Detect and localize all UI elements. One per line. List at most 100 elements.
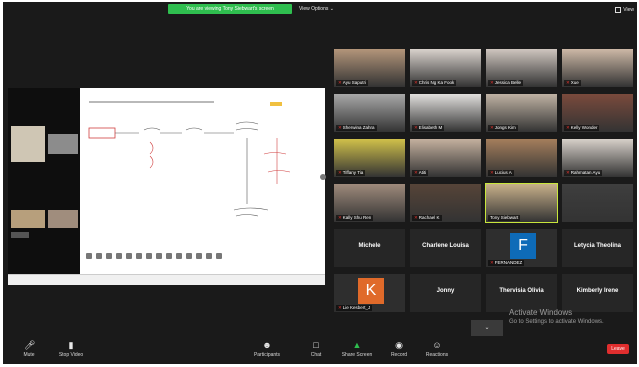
video-camera-icon: ▮ [68,340,74,350]
participant-tile[interactable]: ✕Sherwina Zahra [333,93,406,133]
muted-mic-icon: ✕ [338,80,342,85]
pen-icon[interactable] [106,253,112,259]
participant-tile[interactable]: ✕Xue [561,48,634,88]
participant-tile[interactable]: Michele [333,228,406,268]
participant-name: Xue [570,80,579,85]
muted-mic-icon: ✕ [414,125,418,130]
participant-name: Sherwina Zahra [342,125,375,130]
pen-icon[interactable] [86,253,92,259]
participant-display-name: Kimberly Irene [576,288,619,294]
color-icon[interactable] [176,253,182,259]
pen-icon[interactable] [96,253,102,259]
participant-display-name: Charlene Louisa [422,243,469,249]
participant-tile[interactable]: ✕Jessica Belle [485,48,558,88]
stop-video-button[interactable]: ▮ Stop Video [51,340,91,358]
participant-name-label: ✕Chris Ng Ka Fook [412,80,457,86]
participant-name-label: ✕Kally Shu Ren [336,215,374,221]
participant-tile[interactable]: ✕Kally Shu Ren [333,183,406,223]
shared-thumb [48,134,78,154]
zoom-window: You are viewing Tony Siebwart's screen V… [0,0,639,367]
redo-icon[interactable] [156,253,162,259]
reactions-label: Reactions [425,352,449,358]
participant-name-label: ✕Jongs Kim [488,125,518,131]
participant-tile[interactable]: ✕Lucius A [485,138,558,178]
participant-tile[interactable]: ✕Rachael K [409,183,482,223]
muted-mic-icon: ✕ [566,80,570,85]
participant-name-label: ✕Ayu Saputri [336,80,368,86]
participant-name-label: ✕Jessica Belle [488,80,524,86]
muted-mic-icon: ✕ [338,305,342,310]
mute-button[interactable]: 🎤︎ Mute [9,340,49,358]
chat-button[interactable]: □ Chat [296,340,336,358]
participants-button[interactable]: ☻ Participants [247,340,287,358]
record-label: Record [390,352,408,358]
line-icon[interactable] [186,253,192,259]
shape-icon[interactable] [126,253,132,259]
participant-tile[interactable] [561,183,634,223]
participant-tile[interactable]: Kimberly Irene [561,273,634,313]
shared-thumb [11,126,45,162]
participant-tile[interactable]: Letycia Theolina [561,228,634,268]
clear-icon[interactable] [206,253,212,259]
shared-thumb [48,210,78,228]
whiteboard-toolbar [84,248,248,259]
undo-icon[interactable] [146,253,152,259]
chat-icon: □ [313,340,319,350]
participant-name-label: ✕Xue [564,80,581,86]
participant-display-name: Thervisia Olivia [499,288,544,294]
share-scroll-handle[interactable] [320,174,326,180]
shared-screen[interactable] [8,88,325,285]
highlight-icon[interactable] [196,253,202,259]
shared-video-sidebar [8,88,80,274]
activate-windows-watermark: Activate Windows Go to Settings to activ… [509,308,604,326]
stop-video-label: Stop Video [58,352,84,358]
participant-avatar: K [358,278,384,304]
share-screen-icon: ▲ [352,340,362,350]
reactions-button[interactable]: ☺ Reactions [417,340,457,358]
whiteboard-canvas[interactable] [84,94,322,266]
reactions-icon: ☺ [432,340,442,350]
participant-tile[interactable]: ✕Atiti [409,138,482,178]
participant-tile[interactable]: ✕Elisabeth M [409,93,482,133]
participant-name: Elisabeth M [418,125,443,130]
mute-label: Mute [23,352,35,358]
participant-tile[interactable]: K ✕Lie Kesbert_J [333,273,406,313]
participant-tile[interactable]: ✕Kelly Wonder [561,93,634,133]
record-button[interactable]: ◉ Record [379,340,419,358]
participant-name: Ayu Saputri [342,80,366,85]
text-icon[interactable] [136,253,142,259]
participant-name-label: ✕Elisabeth M [412,125,445,131]
participant-display-name: Michele [358,243,381,249]
participant-display-name: Jonny [436,288,455,294]
share-screen-button[interactable]: ▲ Share Screen [337,340,377,358]
participant-tile[interactable]: F ✕FERNANDEZ [485,228,558,268]
view-options-button[interactable]: View Options ⌄ [299,4,345,14]
participant-tile[interactable]: Charlene Louisa [409,228,482,268]
sharing-banner: You are viewing Tony Siebwart's screen [168,4,292,14]
participant-tile[interactable]: ✕Chris Ng Ka Fook [409,48,482,88]
activate-title: Activate Windows [509,308,573,317]
participant-tile[interactable]: ✕Ayu Saputri [333,48,406,88]
participant-tile[interactable]: Tony Siebwart [485,183,558,223]
participant-video [562,184,633,222]
participant-name: Atiti [418,170,427,175]
participant-avatar: F [510,233,536,259]
shared-thumb [11,232,29,238]
muted-mic-icon: ✕ [566,170,570,175]
more-icon[interactable] [216,253,222,259]
shared-thumb [11,210,45,228]
participant-name-label: ✕Lie Kesbert_J [336,305,373,311]
share-screen-label: Share Screen [341,352,373,358]
muted-mic-icon: ✕ [490,260,494,265]
participant-tile[interactable]: ✕Rahmatan Ayu [561,138,634,178]
view-button[interactable]: View [615,6,634,14]
eraser-icon[interactable] [116,253,122,259]
participant-tile[interactable]: Thervisia Olivia [485,273,558,313]
select-icon[interactable] [166,253,172,259]
leave-button[interactable]: Leave [607,344,629,354]
participant-tile[interactable]: ✕Jongs Kim [485,93,558,133]
participant-tile[interactable]: ✕Tiffany Tia [333,138,406,178]
participant-name: Kally Shu Ren [342,215,372,220]
gallery-page-button[interactable]: ⌄ [471,320,503,336]
participant-tile[interactable]: Jonny [409,273,482,313]
